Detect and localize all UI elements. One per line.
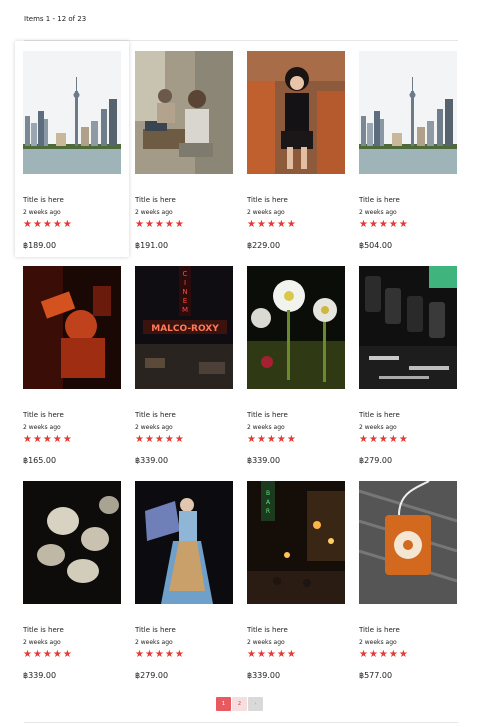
product-card[interactable]: Title is here 2 weeks ago ★★★★★ ฿165.00 [15, 256, 129, 472]
white-flowers-image [247, 266, 345, 389]
cinema-sign-image: C I N E M MALCO-ROXY [135, 266, 233, 389]
product-title[interactable]: Title is here [135, 196, 176, 204]
svg-text:C: C [183, 270, 188, 278]
circuit-board-image [359, 266, 457, 389]
page-button-1[interactable]: 1 [216, 697, 231, 711]
page-button-2[interactable]: 2 [232, 697, 247, 711]
street-vendor-image [135, 51, 233, 174]
product-title[interactable]: Title is here [359, 626, 400, 634]
product-card[interactable]: Title is here 2 weeks ago ★★★★★ ฿279.00 [127, 471, 241, 687]
product-image[interactable] [359, 266, 457, 389]
product-title[interactable]: Title is here [23, 626, 64, 634]
product-card[interactable]: Title is here 2 weeks ago ★★★★★ ฿339.00 [239, 256, 353, 472]
pagination: 1 2 › [216, 697, 263, 711]
svg-text:R: R [266, 508, 270, 515]
product-price: ฿191.00 [135, 241, 169, 250]
product-date: 2 weeks ago [23, 424, 61, 431]
product-card[interactable]: Title is here 2 weeks ago ★★★★★ ฿279.00 [351, 256, 465, 472]
product-image[interactable] [247, 51, 345, 174]
red-portrait-image [23, 266, 121, 389]
product-date: 2 weeks ago [135, 424, 173, 431]
product-date: 2 weeks ago [135, 639, 173, 646]
rating-stars: ★★★★★ [23, 434, 73, 445]
night-street-image: B A R [247, 481, 345, 604]
garlic-image [23, 481, 121, 604]
rating-stars: ★★★★★ [359, 649, 409, 660]
divider [24, 722, 458, 723]
product-date: 2 weeks ago [23, 639, 61, 646]
product-image[interactable] [23, 266, 121, 389]
product-date: 2 weeks ago [247, 424, 285, 431]
product-image[interactable] [359, 481, 457, 604]
product-title[interactable]: Title is here [247, 411, 288, 419]
svg-text:MALCO-ROXY: MALCO-ROXY [151, 324, 219, 334]
rating-stars: ★★★★★ [247, 434, 297, 445]
product-card[interactable]: Title is here 2 weeks ago ★★★★★ ฿504.00 [351, 41, 465, 257]
product-title[interactable]: Title is here [23, 411, 64, 419]
product-price: ฿339.00 [23, 671, 57, 680]
product-title[interactable]: Title is here [135, 411, 176, 419]
rating-stars: ★★★★★ [359, 219, 409, 230]
product-date: 2 weeks ago [359, 639, 397, 646]
rating-stars: ★★★★★ [135, 219, 185, 230]
product-card[interactable]: Title is here 2 weeks ago ★★★★★ ฿339.00 [15, 471, 129, 687]
product-date: 2 weeks ago [135, 209, 173, 216]
product-image[interactable] [135, 481, 233, 604]
product-date: 2 weeks ago [247, 639, 285, 646]
svg-text:M: M [182, 306, 188, 314]
product-date: 2 weeks ago [359, 424, 397, 431]
rating-stars: ★★★★★ [247, 649, 297, 660]
product-price: ฿189.00 [23, 241, 57, 250]
svg-text:N: N [182, 288, 187, 296]
rating-stars: ★★★★★ [135, 649, 185, 660]
items-count-label: Items 1 - 12 of 23 [24, 15, 87, 23]
product-date: 2 weeks ago [23, 209, 61, 216]
product-card[interactable]: B A R Title is here 2 weeks ago ★★★★★ ฿3… [239, 471, 353, 687]
rating-stars: ★★★★★ [247, 219, 297, 230]
product-image[interactable]: B A R [247, 481, 345, 604]
rating-stars: ★★★★★ [359, 434, 409, 445]
product-title[interactable]: Title is here [359, 196, 400, 204]
city-skyline-image [23, 51, 121, 174]
product-card[interactable]: Title is here 2 weeks ago ★★★★★ ฿577.00 [351, 471, 465, 687]
product-card[interactable]: Title is here 2 weeks ago ★★★★★ ฿191.00 [127, 41, 241, 257]
fashion-model-image [135, 481, 233, 604]
product-price: ฿577.00 [359, 671, 393, 680]
product-title[interactable]: Title is here [135, 626, 176, 634]
product-image[interactable] [135, 51, 233, 174]
product-price: ฿165.00 [23, 456, 57, 465]
product-card[interactable]: Title is here 2 weeks ago ★★★★★ ฿189.00 [15, 41, 129, 257]
svg-text:I: I [184, 279, 186, 287]
rating-stars: ★★★★★ [23, 649, 73, 660]
product-title[interactable]: Title is here [247, 626, 288, 634]
product-title[interactable]: Title is here [23, 196, 64, 204]
product-price: ฿279.00 [359, 456, 393, 465]
product-price: ฿339.00 [247, 671, 281, 680]
product-date: 2 weeks ago [247, 209, 285, 216]
product-image[interactable] [359, 51, 457, 174]
product-title[interactable]: Title is here [247, 196, 288, 204]
product-image[interactable]: C I N E M MALCO-ROXY [135, 266, 233, 389]
product-image[interactable] [247, 266, 345, 389]
city-skyline-image [359, 51, 457, 174]
svg-text:E: E [183, 297, 187, 305]
product-price: ฿339.00 [247, 456, 281, 465]
product-price: ฿279.00 [135, 671, 169, 680]
woman-on-chair-image [247, 51, 345, 174]
svg-text:B: B [266, 490, 270, 497]
product-image[interactable] [23, 481, 121, 604]
product-card[interactable]: Title is here 2 weeks ago ★★★★★ ฿229.00 [239, 41, 353, 257]
product-price: ฿339.00 [135, 456, 169, 465]
product-image[interactable] [23, 51, 121, 174]
product-title[interactable]: Title is here [359, 411, 400, 419]
rating-stars: ★★★★★ [135, 434, 185, 445]
product-date: 2 weeks ago [359, 209, 397, 216]
product-card[interactable]: C I N E M MALCO-ROXY Title is here 2 wee… [127, 256, 241, 472]
product-price: ฿504.00 [359, 241, 393, 250]
product-price: ฿229.00 [247, 241, 281, 250]
rating-stars: ★★★★★ [23, 219, 73, 230]
orange-music-player-image [359, 481, 457, 604]
next-page-button[interactable]: › [248, 697, 263, 711]
